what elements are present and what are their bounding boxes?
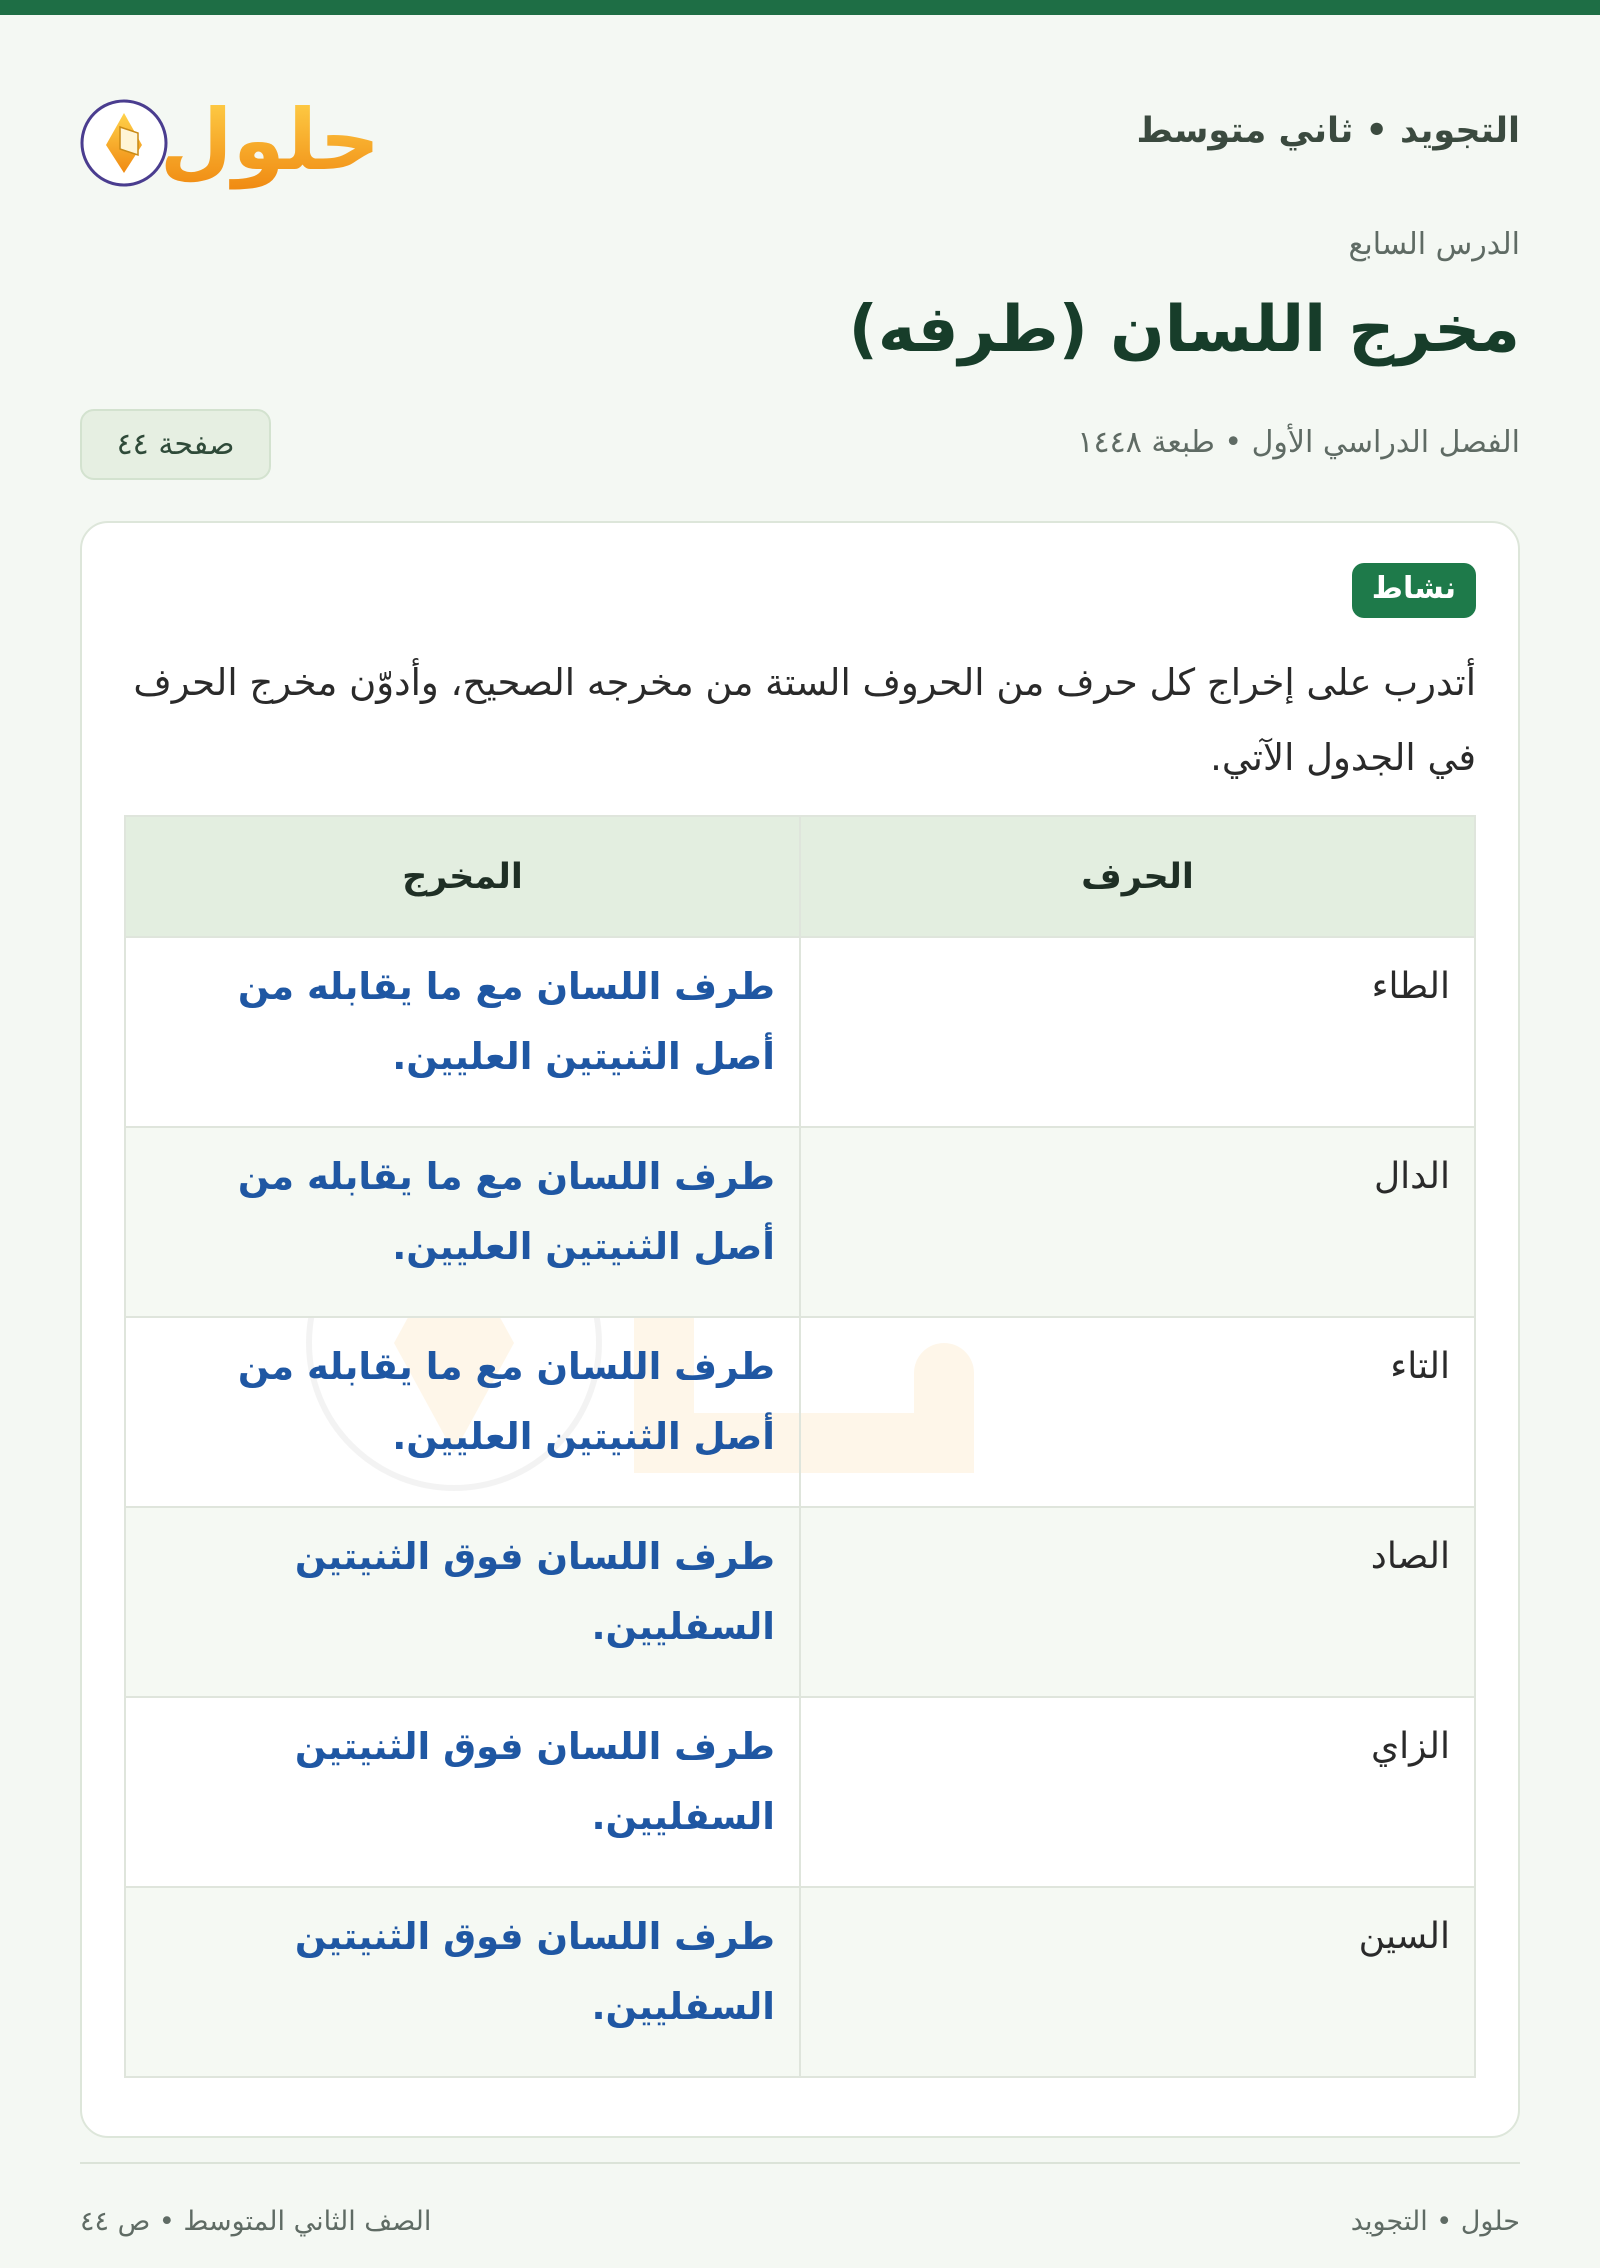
letter-outlet-table: الحرف المخرج الطاء طرف اللسان مع ما يقاب… [124, 815, 1476, 2078]
letter-cell: الطاء [799, 936, 1476, 1128]
letter-cell: الدال [799, 1126, 1476, 1318]
letter-cell: الزاي [799, 1696, 1476, 1888]
table-row: السين طرف اللسان فوق الثنيتين السفليين. [124, 1886, 1476, 2078]
outlet-answer-cell: طرف اللسان فوق الثنيتين السفليين. [124, 1696, 801, 1888]
column-header-outlet: المخرج [124, 815, 801, 938]
lesson-number: الدرس السابع [1348, 227, 1520, 262]
letter-cell: الصاد [799, 1506, 1476, 1698]
outlet-answer-cell: طرف اللسان فوق الثنيتين السفليين. [124, 1886, 801, 2078]
table-row: الصاد طرف اللسان فوق الثنيتين السفليين. [124, 1506, 1476, 1698]
letter-cell: السين [799, 1886, 1476, 2078]
semester-edition: الفصل الدراسي الأول • طبعة ١٤٤٨ [1077, 425, 1520, 460]
hulul-logo: حلول [80, 91, 380, 190]
letter-cell: التاء [799, 1316, 1476, 1508]
logo-wordmark: حلول [160, 91, 380, 190]
activity-badge: نشاط [1351, 563, 1476, 618]
table-row: الدال طرف اللسان مع ما يقابله من أصل الث… [124, 1126, 1476, 1318]
table-row: التاء طرف اللسان مع ما يقابله من أصل الث… [124, 1316, 1476, 1508]
activity-card: نشاط أتدرب على إخراج كل حرف من الحروف ال… [80, 521, 1520, 2138]
outlet-answer-cell: طرف اللسان مع ما يقابله من أصل الثنيتين … [124, 1316, 801, 1508]
page-number-chip: صفحة ٤٤ [80, 409, 271, 480]
footer-divider [80, 2162, 1520, 2164]
column-header-letter: الحرف [799, 815, 1476, 938]
outlet-answer-cell: طرف اللسان مع ما يقابله من أصل الثنيتين … [124, 1126, 801, 1318]
page-title: مخرج اللسان (طرفه) [848, 293, 1520, 367]
page: التجويد • ثاني متوسط حلول الدرس السابع م… [80, 15, 1520, 2268]
footer-grade-page: الصف الثاني المتوسط • ص ٤٤ [80, 2206, 432, 2237]
page-header: التجويد • ثاني متوسط حلول [80, 67, 1520, 207]
table-row: الطاء طرف اللسان مع ما يقابله من أصل الث… [124, 936, 1476, 1128]
activity-instruction: أتدرب على إخراج كل حرف من الحروف الستة م… [133, 661, 1476, 779]
subject-title: التجويد • ثاني متوسط [1136, 111, 1520, 151]
footer-site-subject: حلول • التجويد [1350, 2206, 1520, 2237]
outlet-answer-cell: طرف اللسان مع ما يقابله من أصل الثنيتين … [124, 936, 801, 1128]
table-row: الزاي طرف اللسان فوق الثنيتين السفليين. [124, 1696, 1476, 1888]
top-accent-bar [0, 0, 1600, 15]
table-header-row: الحرف المخرج [124, 815, 1476, 938]
outlet-answer-cell: طرف اللسان فوق الثنيتين السفليين. [124, 1506, 801, 1698]
